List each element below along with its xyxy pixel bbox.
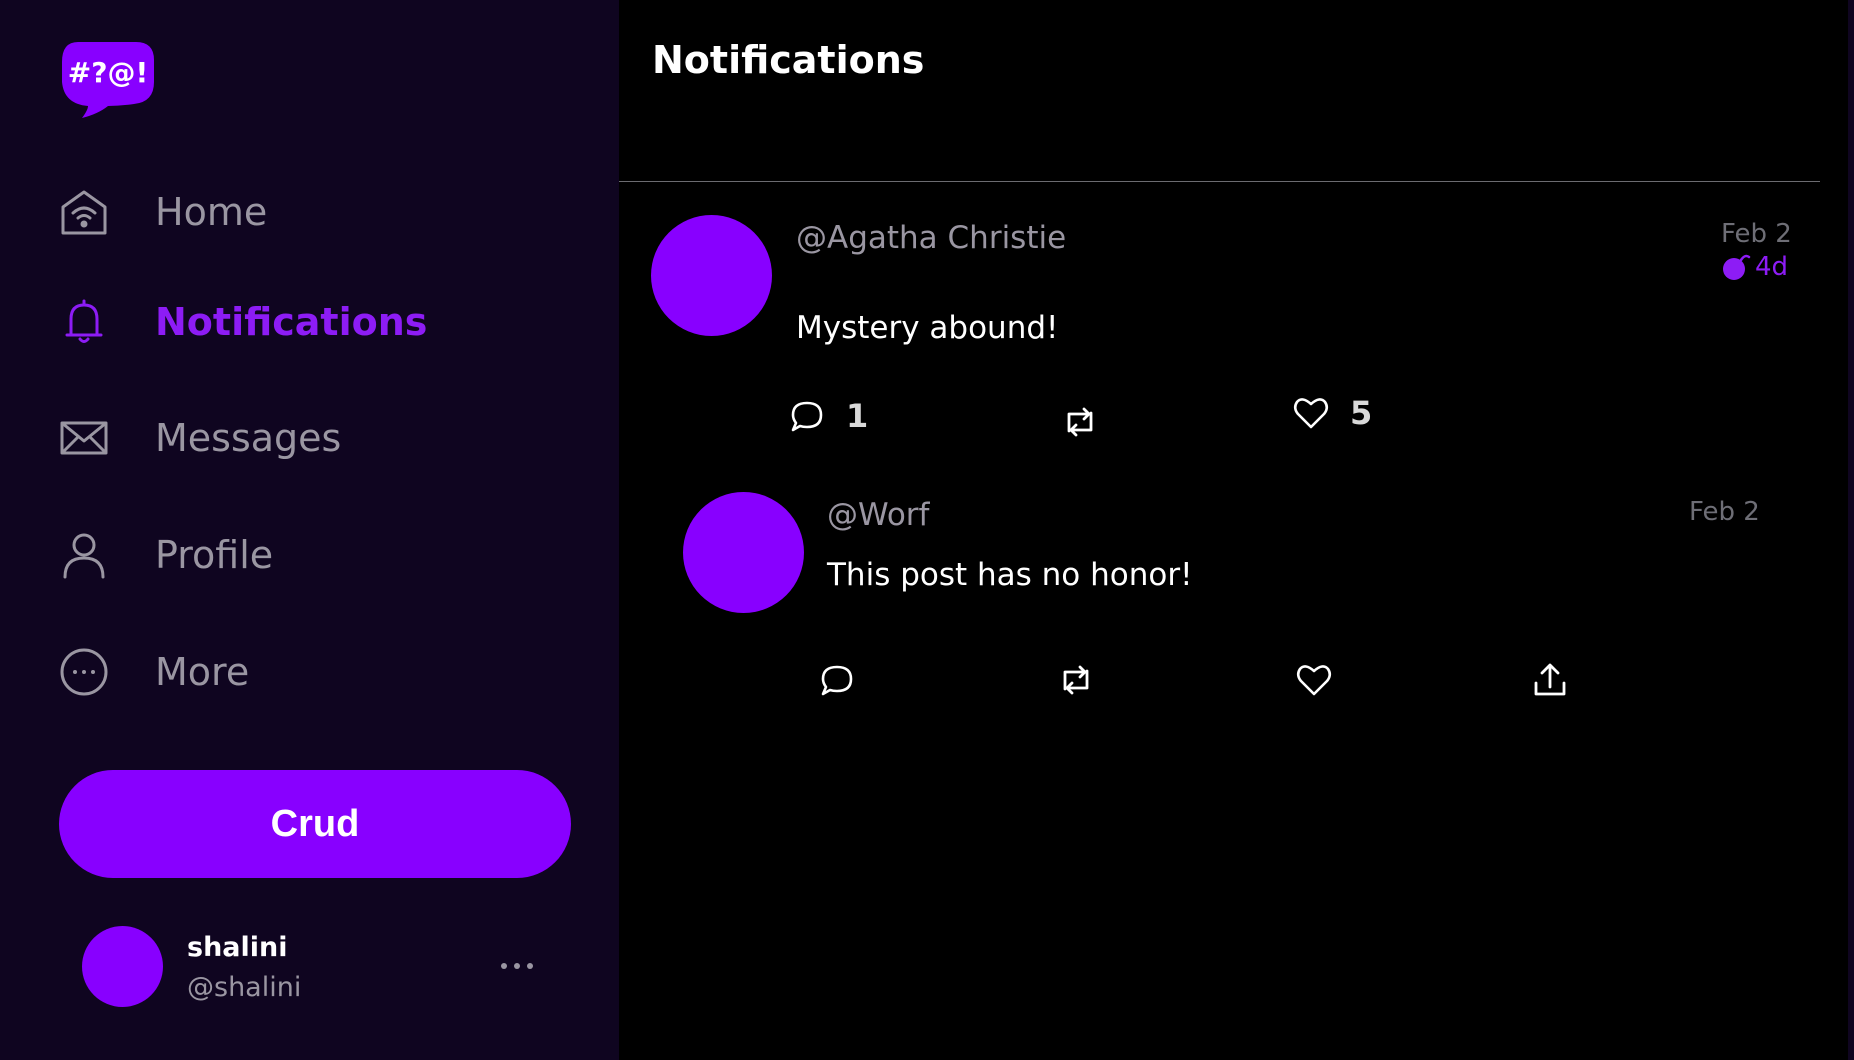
notification-post[interactable]: @Worf Feb 2 This post has no honor! (619, 482, 1820, 722)
sidebar-item-label: More (155, 650, 250, 694)
share-button[interactable] (1531, 661, 1569, 699)
repost-button[interactable] (1061, 403, 1099, 441)
sidebar-item-label: Home (155, 190, 268, 234)
like-button[interactable] (1295, 661, 1333, 699)
like-count: 5 (1350, 394, 1373, 432)
avatar (82, 926, 163, 1007)
repost-icon (1067, 407, 1093, 437)
like-button[interactable]: 5 (1292, 394, 1372, 432)
account-name: shalini (187, 932, 288, 963)
more-circle-icon (58, 646, 110, 698)
envelope-icon (58, 412, 110, 464)
main-feed: Notifications @Agatha Christie Feb 2 4d … (619, 0, 1820, 1060)
sidebar-item-label: Profile (155, 533, 274, 577)
page-header: Notifications (619, 0, 1820, 182)
post-age-label: 4d (1755, 252, 1789, 282)
avatar[interactable] (683, 492, 804, 613)
sidebar-item-label: Messages (155, 416, 342, 460)
post-date: Feb 2 (1721, 219, 1792, 249)
app-logo[interactable]: #?@! (58, 38, 156, 120)
post-age: 4d (1721, 252, 1788, 282)
sidebar-item-notifications[interactable]: Notifications (58, 290, 427, 354)
comment-icon (821, 665, 853, 696)
bomb-icon (1723, 254, 1751, 280)
post-handle[interactable]: @Worf (827, 497, 929, 533)
reply-count: 1 (846, 397, 869, 435)
right-panel-edge (1848, 0, 1854, 1060)
post-handle[interactable]: @Agatha Christie (796, 220, 1066, 256)
sidebar: #?@! Home Notifications Messages Profile… (0, 0, 619, 1060)
page-title: Notifications (652, 38, 925, 82)
sidebar-item-profile[interactable]: Profile (58, 523, 273, 587)
logo-text: #?@! (68, 56, 148, 89)
bell-icon (58, 296, 110, 348)
comment-icon (791, 401, 823, 432)
repost-button[interactable] (1057, 661, 1095, 699)
account-handle: @shalini (187, 972, 302, 1003)
post-text: This post has no honor! (827, 557, 1193, 593)
home-wifi-icon (58, 186, 110, 238)
avatar[interactable] (651, 215, 772, 336)
reply-button[interactable] (818, 661, 856, 699)
crud-button[interactable]: Crud (59, 770, 571, 878)
user-icon (58, 529, 110, 581)
notification-post[interactable]: @Agatha Christie Feb 2 4d Mystery abound… (619, 182, 1820, 482)
reply-button[interactable]: 1 (788, 397, 868, 435)
heart-icon (1293, 398, 1329, 429)
repost-icon (1063, 665, 1089, 695)
sidebar-item-messages[interactable]: Messages (58, 406, 341, 470)
sidebar-item-home[interactable]: Home (58, 180, 267, 244)
account-switcher[interactable]: shalini @shalini (82, 926, 542, 1008)
sidebar-item-label: Notifications (155, 300, 428, 344)
post-text: Mystery abound! (796, 310, 1059, 346)
heart-icon (1296, 665, 1332, 696)
account-more-icon[interactable] (492, 946, 542, 986)
share-icon (1534, 663, 1566, 696)
post-date: Feb 2 (1689, 497, 1760, 527)
speech-bubble-logo-icon: #?@! (62, 42, 154, 118)
sidebar-item-more[interactable]: More (58, 640, 249, 704)
